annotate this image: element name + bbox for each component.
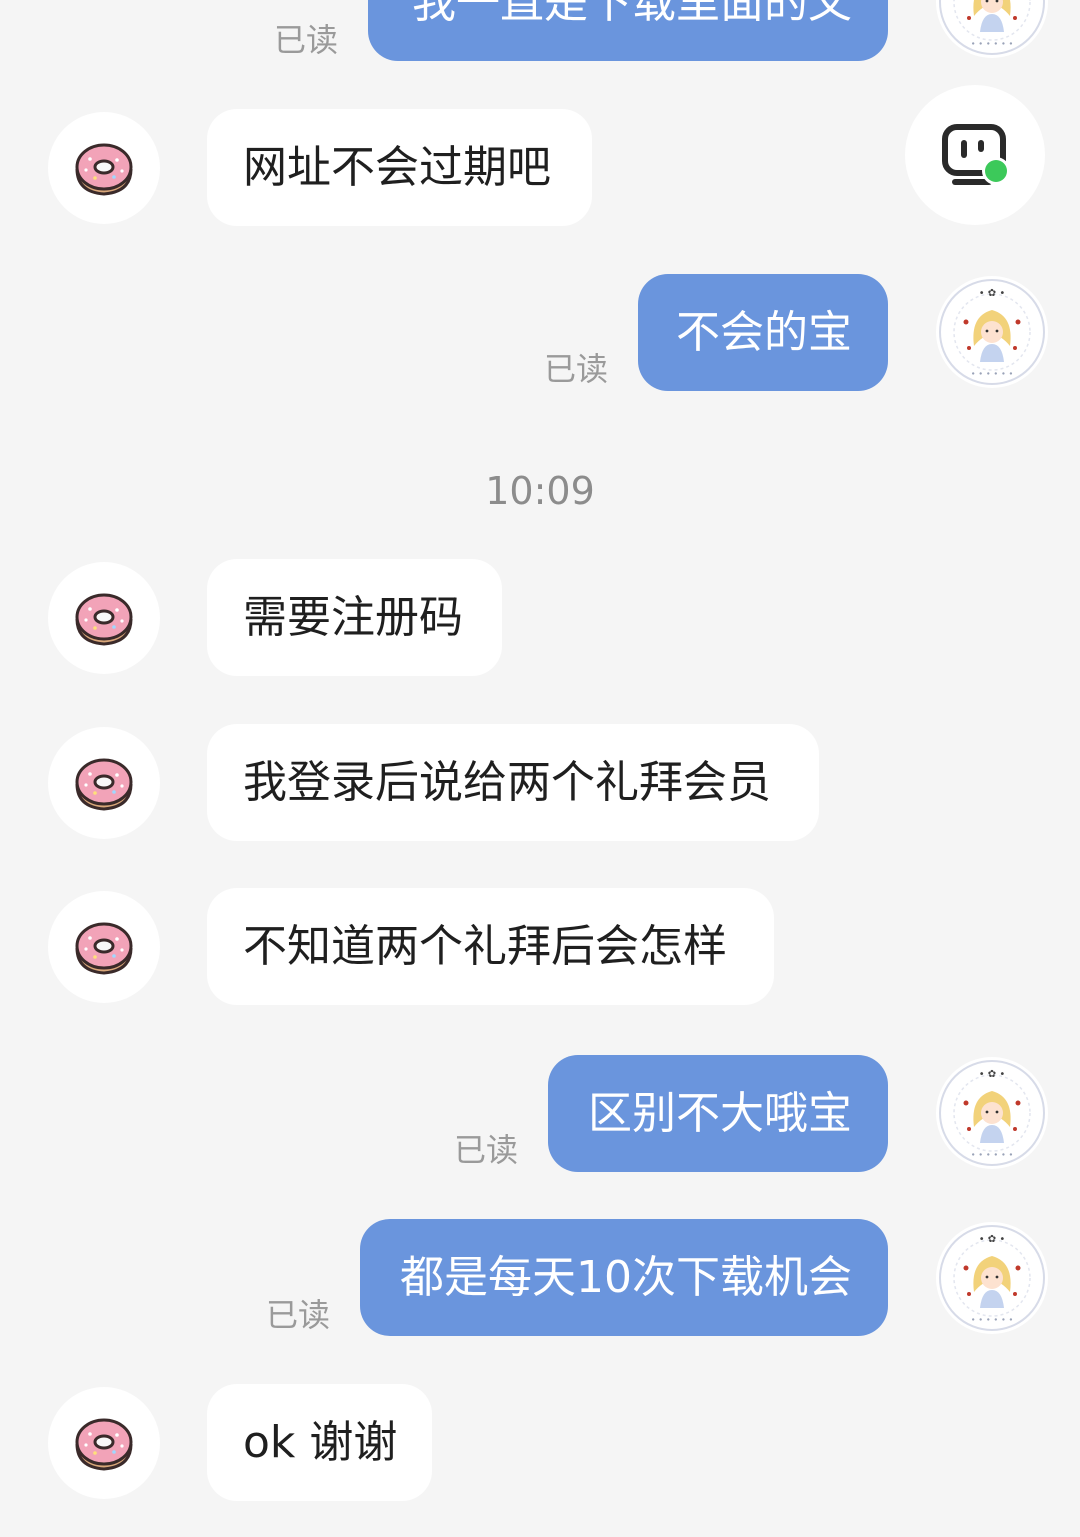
message-bubble-incoming[interactable]: ok 谢谢	[207, 1384, 432, 1501]
message-bubble-outgoing[interactable]: 我一直是下载里面的文	[368, 0, 888, 61]
donut-avatar-icon	[48, 112, 160, 224]
message-bubble-incoming[interactable]: 网址不会过期吧	[207, 109, 592, 226]
donut-avatar-icon	[48, 562, 160, 674]
read-receipt: 已读	[544, 350, 609, 388]
donut-avatar-icon	[48, 891, 160, 1003]
stamp-girl-avatar-icon	[936, 1057, 1048, 1169]
my-avatar[interactable]	[936, 276, 1048, 388]
donut-avatar-icon	[48, 1387, 160, 1499]
my-avatar[interactable]	[936, 1222, 1048, 1334]
message-bubble-outgoing[interactable]: 区别不大哦宝	[548, 1055, 888, 1172]
read-receipt: 已读	[274, 21, 339, 59]
contact-avatar[interactable]	[48, 112, 160, 224]
message-bubble-incoming[interactable]: 需要注册码	[207, 559, 502, 676]
robot-assistant-icon	[942, 124, 1010, 185]
assistant-button[interactable]	[905, 85, 1045, 225]
my-avatar[interactable]	[936, 1057, 1048, 1169]
my-avatar[interactable]	[936, 0, 1048, 58]
donut-avatar-icon	[48, 727, 160, 839]
contact-avatar[interactable]	[48, 891, 160, 1003]
message-bubble-incoming[interactable]: 我登录后说给两个礼拜会员	[207, 724, 819, 841]
message-bubble-incoming[interactable]: 不知道两个礼拜后会怎样	[207, 888, 774, 1005]
stamp-girl-avatar-icon	[936, 0, 1048, 58]
message-bubble-outgoing[interactable]: 都是每天10次下载机会	[360, 1219, 888, 1336]
read-receipt: 已读	[454, 1131, 519, 1169]
message-bubble-outgoing[interactable]: 不会的宝	[638, 274, 888, 391]
read-receipt: 已读	[266, 1296, 331, 1334]
contact-avatar[interactable]	[48, 727, 160, 839]
contact-avatar[interactable]	[48, 562, 160, 674]
stamp-girl-avatar-icon	[936, 276, 1048, 388]
stamp-girl-avatar-icon	[936, 1222, 1048, 1334]
contact-avatar[interactable]	[48, 1387, 160, 1499]
timestamp: 10:09	[485, 469, 595, 513]
